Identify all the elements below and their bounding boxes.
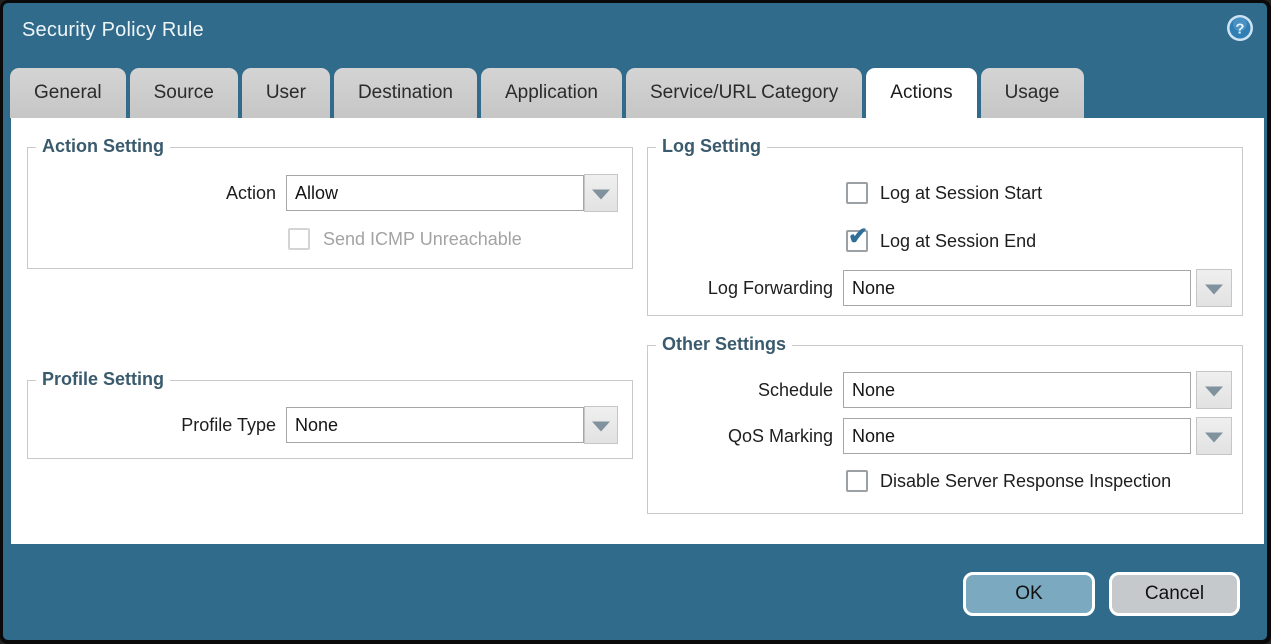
log-at-session-end-label[interactable]: Log at Session End: [880, 229, 1036, 253]
tab-content-actions: Action Setting Action Allow ✔ Send ICMP …: [11, 118, 1264, 544]
cancel-button[interactable]: Cancel: [1109, 572, 1240, 616]
tab-label: General: [34, 82, 102, 104]
tab-label: Service/URL Category: [650, 82, 838, 104]
chevron-down-icon: [1205, 285, 1223, 295]
group-legend: Profile Setting: [36, 369, 170, 390]
log-setting-group: Log Setting ✔ Log at Session Start ✔ Log…: [647, 147, 1243, 316]
tab-label: Application: [505, 82, 598, 104]
help-icon: ?: [1226, 14, 1254, 42]
log-at-session-start-checkbox[interactable]: ✔: [846, 182, 868, 204]
schedule-label: Schedule: [648, 372, 833, 408]
dialog-title: Security Policy Rule: [22, 19, 204, 42]
disable-server-response-inspection-checkbox[interactable]: ✔: [846, 470, 868, 492]
tab-label: Source: [154, 82, 214, 104]
qos-marking-dropdown[interactable]: None: [843, 418, 1191, 454]
tab-usage[interactable]: Usage: [981, 68, 1084, 118]
group-legend: Log Setting: [656, 136, 767, 157]
tab-label: Usage: [1005, 82, 1060, 104]
log-forwarding-dropdown-button[interactable]: [1196, 269, 1232, 307]
checkmark-icon: ✔: [848, 225, 868, 249]
tab-application[interactable]: Application: [481, 68, 622, 118]
action-setting-group: Action Setting Action Allow ✔ Send ICMP …: [27, 147, 633, 269]
group-legend: Action Setting: [36, 136, 170, 157]
tab-label: User: [266, 82, 306, 104]
send-icmp-unreachable-label: Send ICMP Unreachable: [323, 227, 522, 251]
chevron-down-icon: [592, 190, 610, 200]
chevron-down-icon: [1205, 387, 1223, 397]
log-forwarding-label: Log Forwarding: [648, 270, 833, 306]
profile-setting-group: Profile Setting Profile Type None: [27, 380, 633, 459]
schedule-dropdown-button[interactable]: [1196, 371, 1232, 409]
tab-general[interactable]: General: [10, 68, 126, 118]
action-dropdown-button[interactable]: [584, 174, 618, 212]
tab-bar: General Source User Destination Applicat…: [10, 68, 1084, 118]
qos-marking-dropdown-button[interactable]: [1196, 417, 1232, 455]
svg-text:?: ?: [1235, 21, 1244, 38]
security-policy-rule-dialog: Security Policy Rule ? General Source Us…: [0, 0, 1271, 644]
profile-type-label: Profile Type: [28, 407, 276, 443]
group-legend: Other Settings: [656, 334, 792, 355]
tab-label: Actions: [890, 82, 952, 104]
send-icmp-unreachable-checkbox: ✔: [288, 228, 310, 250]
tab-source[interactable]: Source: [130, 68, 238, 118]
profile-type-dropdown-button[interactable]: [584, 406, 618, 444]
disable-server-response-inspection-label[interactable]: Disable Server Response Inspection: [880, 469, 1171, 493]
tab-actions[interactable]: Actions: [866, 68, 976, 118]
tab-user[interactable]: User: [242, 68, 330, 118]
other-settings-group: Other Settings Schedule None QoS Marking…: [647, 345, 1243, 514]
schedule-dropdown[interactable]: None: [843, 372, 1191, 408]
action-dropdown[interactable]: Allow: [286, 175, 584, 211]
log-at-session-start-label[interactable]: Log at Session Start: [880, 181, 1042, 205]
action-label: Action: [28, 175, 276, 211]
tab-label: Destination: [358, 82, 453, 104]
log-forwarding-dropdown[interactable]: None: [843, 270, 1191, 306]
qos-marking-label: QoS Marking: [648, 418, 833, 454]
chevron-down-icon: [592, 422, 610, 432]
profile-type-dropdown[interactable]: None: [286, 407, 584, 443]
ok-button[interactable]: OK: [963, 572, 1095, 616]
help-button[interactable]: ?: [1226, 14, 1254, 42]
tab-service-url-category[interactable]: Service/URL Category: [626, 68, 862, 118]
chevron-down-icon: [1205, 433, 1223, 443]
tab-destination[interactable]: Destination: [334, 68, 477, 118]
log-at-session-end-checkbox[interactable]: ✔: [846, 230, 868, 252]
